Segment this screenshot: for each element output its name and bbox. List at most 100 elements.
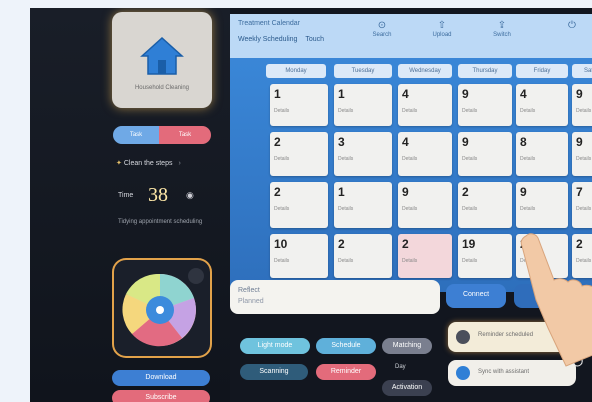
- download-button-label: Download: [145, 374, 177, 381]
- calendar-cell[interactable]: 1 Details: [334, 182, 392, 228]
- day-number: 2: [338, 237, 345, 251]
- day-number: 4: [520, 87, 527, 101]
- calendar-cell[interactable]: 2 Details: [270, 132, 328, 176]
- home-icon: [140, 36, 184, 75]
- toolbar-upload[interactable]: ⇧ Upload: [422, 20, 462, 38]
- cell-note: Details: [274, 258, 290, 264]
- day-number: 10: [274, 237, 288, 251]
- toolbar-switch[interactable]: ⇪ Switch: [482, 20, 522, 38]
- day-number: 9: [520, 185, 527, 199]
- home-tile[interactable]: Household Cleaning: [112, 12, 212, 108]
- day-number: 1: [338, 185, 345, 199]
- calendar-cell[interactable]: 2 Details: [398, 234, 452, 278]
- calendar-cell[interactable]: 4 Details: [516, 84, 568, 126]
- cell-note: Details: [274, 156, 290, 162]
- calendar-cell[interactable]: 1 Details: [334, 84, 392, 126]
- activation-pill[interactable]: Activation: [382, 380, 432, 396]
- calendar-cell[interactable]: 4 Details: [398, 84, 452, 126]
- calendar-cell[interactable]: 2 Details: [270, 182, 328, 228]
- calendar-cell[interactable]: 1 Details: [270, 84, 328, 126]
- day-number: 8: [520, 135, 527, 149]
- day-number: 9: [462, 87, 469, 101]
- calendar-cell[interactable]: 7 Details: [572, 182, 592, 228]
- light-mode-pill[interactable]: Light mode: [240, 338, 310, 354]
- power-button[interactable]: ⏻: [552, 20, 592, 32]
- toolbar-switch-label: Switch: [493, 32, 511, 38]
- subscribe-button-label: Subscribe: [145, 394, 177, 401]
- chevron-right-icon: ›: [178, 160, 181, 167]
- home-caption: Household Cleaning: [134, 85, 190, 91]
- search-icon: ⊙: [377, 20, 387, 31]
- day-number: 9: [576, 87, 583, 101]
- cell-note: Details: [402, 156, 418, 162]
- calendar-header: Treatment Calendar Weekly Scheduling Tou…: [230, 14, 592, 58]
- connect-button[interactable]: Connect: [446, 284, 506, 308]
- chip-right[interactable]: Task: [159, 126, 211, 144]
- cell-note: Details: [462, 156, 478, 162]
- day-number: 7: [576, 185, 583, 199]
- reflect-input[interactable]: Reflect Planned: [230, 280, 440, 314]
- calendar-cell[interactable]: 10 Details: [270, 234, 328, 278]
- calendar-subtitle-suffix: Touch: [305, 36, 325, 43]
- calendar-title: Treatment Calendar: [238, 20, 300, 27]
- color-wheel[interactable]: [112, 258, 212, 358]
- cell-note: Details: [338, 258, 354, 264]
- calendar-cell[interactable]: 9 Details: [572, 84, 592, 126]
- info-card-2-icon: [456, 366, 470, 380]
- calendar-cell[interactable]: 19 Details: [458, 234, 512, 278]
- toolbar-search-label: Search: [372, 32, 392, 38]
- download-button[interactable]: Download: [112, 370, 210, 386]
- power-icon: ⏻: [568, 20, 576, 31]
- clean-steps-label: Clean the steps: [123, 160, 173, 167]
- calendar-subtitle-text: Weekly Scheduling: [238, 36, 298, 43]
- calendar-cell[interactable]: 9 Details: [458, 132, 512, 176]
- matching-pill[interactable]: Matching: [382, 338, 432, 354]
- calendar-cell[interactable]: 2 Details: [458, 182, 512, 228]
- reflect-label: Reflect: [238, 287, 260, 294]
- chip-toggle[interactable]: Task Task: [113, 126, 211, 144]
- calendar-cell[interactable]: 4 Details: [398, 132, 452, 176]
- cell-note: Details: [520, 206, 536, 212]
- cell-note: Details: [576, 108, 592, 114]
- chip-left[interactable]: Task: [113, 126, 159, 144]
- color-wheel-panel[interactable]: [112, 258, 212, 358]
- cell-note: Details: [338, 108, 354, 114]
- day-number: 9: [576, 135, 583, 149]
- day-number: 2: [462, 185, 469, 199]
- day-number: 1: [274, 87, 281, 101]
- column-header: Thursday: [458, 64, 512, 78]
- cell-note: Details: [520, 156, 536, 162]
- cell-note: Details: [576, 156, 592, 162]
- clean-steps-row[interactable]: ✦ Clean the steps ›: [116, 159, 181, 167]
- cell-note: Details: [402, 108, 418, 114]
- day-label: Day: [395, 364, 406, 370]
- calendar-cell[interactable]: 9 Details: [398, 182, 452, 228]
- cell-note: Details: [576, 206, 592, 212]
- calendar-cell[interactable]: 9 Details: [516, 182, 568, 228]
- schedule-pill[interactable]: Schedule: [316, 338, 376, 354]
- connect-label: Connect: [462, 291, 490, 298]
- column-header: Wednesday: [398, 64, 452, 78]
- cell-note: Details: [338, 156, 354, 162]
- info-card-1-icon: [456, 330, 470, 344]
- day-number: 2: [274, 135, 281, 149]
- day-number: 4: [402, 87, 409, 101]
- calendar-cell[interactable]: 3 Details: [334, 132, 392, 176]
- cell-note: Details: [462, 258, 478, 264]
- calendar-cell[interactable]: 8 Details: [516, 132, 568, 176]
- scanning-pill[interactable]: Scanning: [240, 364, 308, 380]
- calendar-cell[interactable]: 9 Details: [572, 132, 592, 176]
- reminder-pill[interactable]: Reminder: [316, 364, 376, 380]
- cell-note: Details: [402, 258, 418, 264]
- toolbar-upload-label: Upload: [432, 32, 452, 38]
- calendar-cell[interactable]: 9 Details: [458, 84, 512, 126]
- calendar-subtitle: Weekly Scheduling Touch: [238, 36, 324, 43]
- subscribe-button[interactable]: Subscribe: [112, 390, 210, 402]
- day-number: 3: [338, 135, 345, 149]
- timer-icon[interactable]: ◉: [186, 190, 194, 201]
- calendar-cell[interactable]: 2 Details: [334, 234, 392, 278]
- time-label: Time: [118, 192, 134, 199]
- reflect-sub: Planned: [238, 298, 264, 305]
- time-subtext: Tidying appointment scheduling: [118, 219, 203, 225]
- toolbar-search[interactable]: ⊙ Search: [362, 20, 402, 38]
